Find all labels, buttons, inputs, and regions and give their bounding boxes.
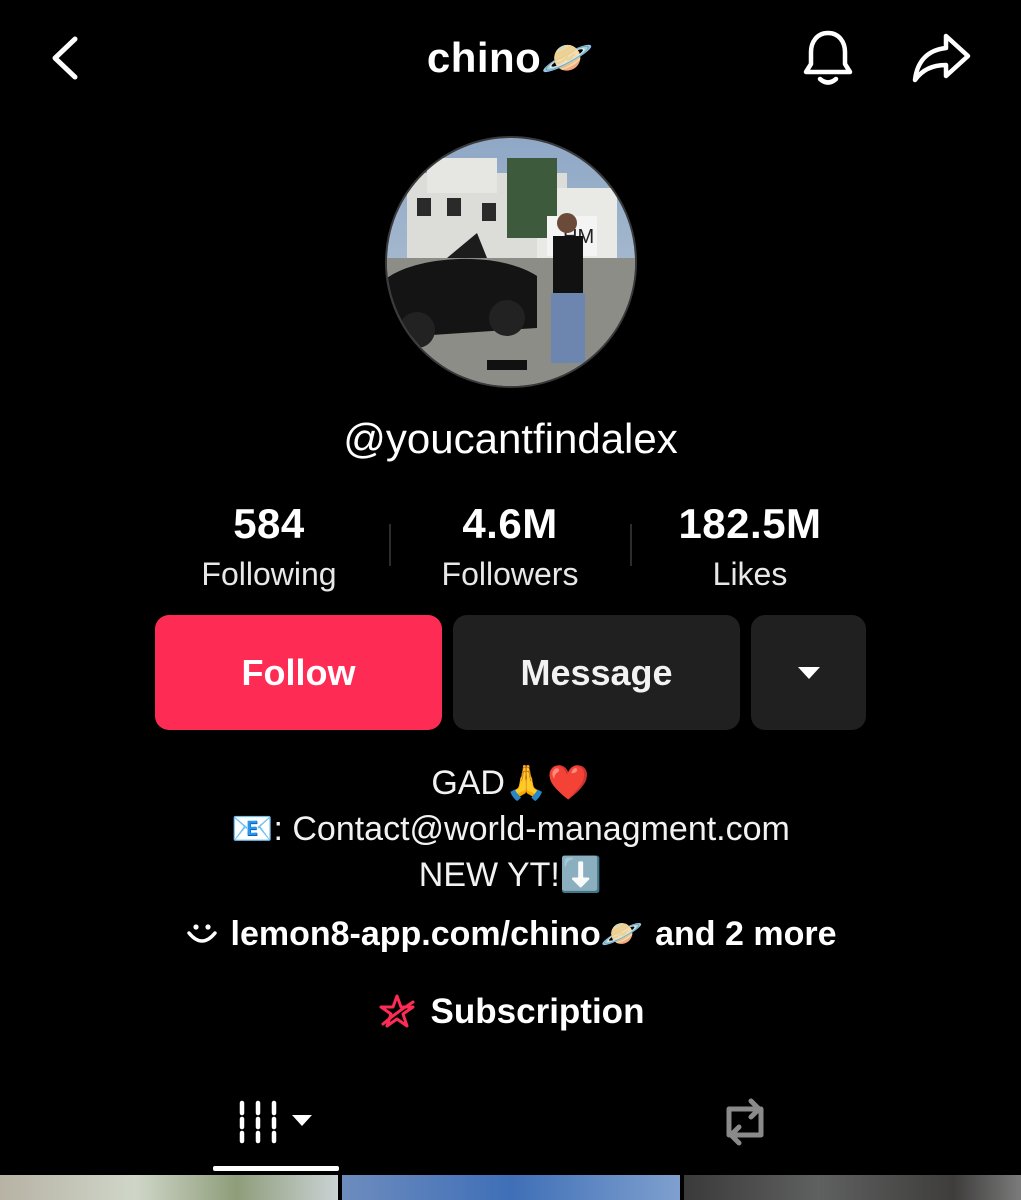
top-bar: chino🪐 [0,0,1021,120]
bio-line: 📧: Contact@world-managment.com [231,810,790,848]
username: @youcantfindalex [343,415,678,462]
page-title: chino🪐 [0,30,1021,86]
stat-divider [630,524,632,566]
likes-label: Likes [712,556,788,592]
stat-divider [389,524,391,566]
repost-icon [726,1098,764,1146]
tab-videos[interactable] [213,1090,339,1154]
more-options-button[interactable] [751,615,866,730]
active-tab-indicator [213,1166,339,1171]
following-label: Following [201,556,337,592]
avatar-photo: HM [387,138,635,386]
stat-likes[interactable]: 182.5M Likes [640,498,860,598]
smile-link-icon [186,924,217,943]
video-thumbnail[interactable] [0,1175,338,1200]
following-count: 584 [233,500,305,547]
notification-bell-button[interactable] [797,26,859,90]
caret-down-icon [797,666,820,679]
share-button[interactable] [908,28,974,88]
video-thumbnail[interactable] [342,1175,680,1200]
share-arrow-icon [912,33,971,83]
video-grid [0,1175,1021,1200]
video-thumbnail[interactable] [684,1175,1021,1200]
grid-videos-icon [239,1100,312,1144]
stat-following[interactable]: 584 Following [159,498,379,598]
message-button[interactable]: Message [453,615,740,730]
title-text: chino [426,34,542,81]
follow-button[interactable]: Follow [155,615,442,730]
avatar[interactable]: HM [385,136,637,388]
more-links[interactable]: and 2 more [655,915,836,954]
bell-icon [803,30,853,85]
followers-count: 4.6M [462,500,558,547]
subscription-link[interactable]: Subscription [0,986,1021,1038]
tab-reposts[interactable] [700,1090,790,1154]
profile-link[interactable]: lemon8-app.com/chino🪐 and 2 more [0,908,1021,960]
bio-line: NEW YT!⬇️ [418,856,603,894]
likes-count: 182.5M [678,500,822,547]
subscription-star-icon [379,994,415,1028]
planet-emoji: 🪐 [541,34,595,81]
bio-line: GAD🙏❤️ [431,764,590,802]
link-text[interactable]: lemon8-app.com/chino🪐 [231,914,644,954]
subscription-label: Subscription [430,992,645,1031]
followers-label: Followers [441,556,579,592]
stat-followers[interactable]: 4.6M Followers [400,498,620,598]
